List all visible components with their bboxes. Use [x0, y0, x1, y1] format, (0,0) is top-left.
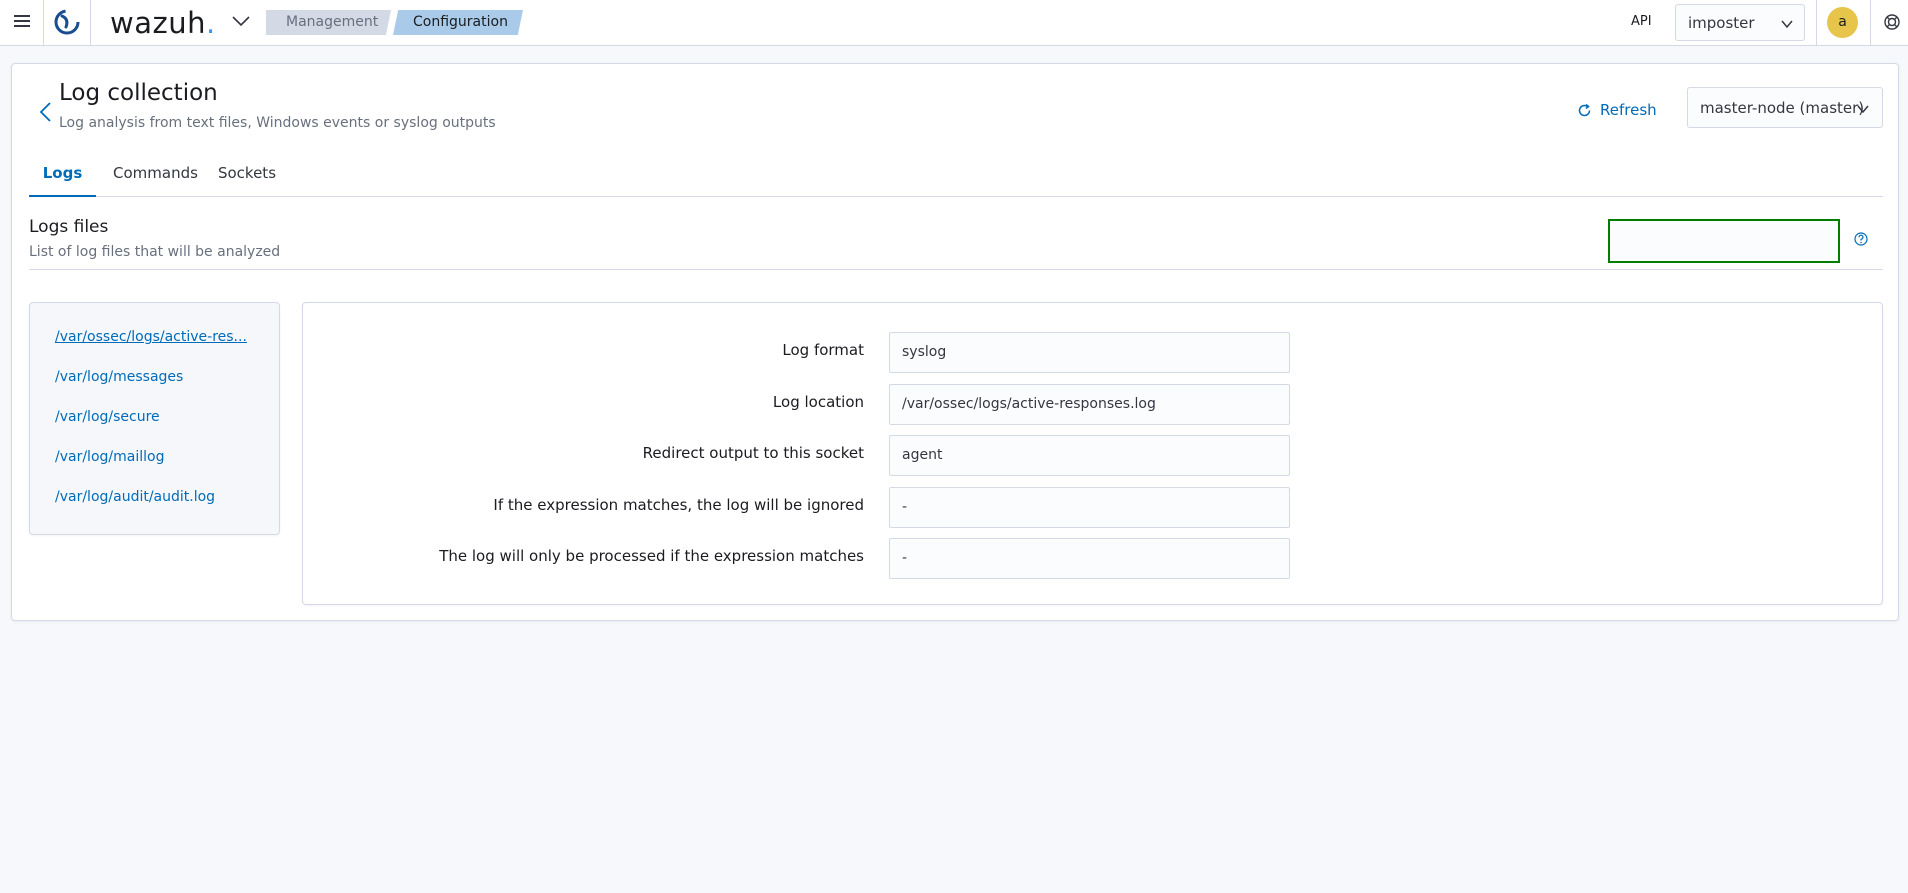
node-select[interactable]: master-node (master) [1687, 87, 1883, 128]
log-details: Log format syslog Log location /var/osse… [302, 302, 1883, 605]
header-divider [90, 0, 91, 46]
api-select-value: imposter [1688, 14, 1755, 32]
redirect-socket-field: agent [889, 435, 1290, 476]
chevron-down-icon [1857, 105, 1869, 114]
user-avatar[interactable]: a [1827, 7, 1858, 38]
breadcrumb-configuration[interactable]: Configuration [393, 10, 523, 35]
section-divider [29, 269, 1883, 270]
header-divider [1816, 0, 1817, 46]
redirect-socket-label: Redirect output to this socket [642, 444, 864, 462]
log-collection-panel: Log collection Log analysis from text fi… [11, 63, 1899, 621]
restrict-expression-label: The log will only be processed if the ex… [439, 547, 864, 565]
list-item[interactable]: /var/log/secure [55, 409, 255, 425]
section-title: Logs files [29, 217, 109, 237]
header-divider [43, 0, 44, 46]
brand-name: wazuh [110, 6, 206, 40]
wazuh-logo-icon[interactable] [52, 7, 82, 37]
ignore-expression-label: If the expression matches, the log will … [493, 496, 864, 514]
tab-commands[interactable]: Commands [113, 150, 198, 197]
back-arrow-icon[interactable] [36, 99, 56, 125]
brand-wordmark: wazuh. [110, 6, 216, 40]
breadcrumb-management[interactable]: Management [266, 10, 391, 35]
api-label: API [1631, 14, 1652, 29]
list-item[interactable]: /var/log/maillog [55, 449, 255, 465]
page-title: Log collection [59, 80, 218, 106]
log-location-field: /var/ossec/logs/active-responses.log [889, 384, 1290, 425]
log-format-label: Log format [782, 341, 864, 359]
chevron-down-icon[interactable] [230, 10, 252, 32]
tab-sockets[interactable]: Sockets [214, 150, 280, 197]
refresh-button[interactable]: Refresh [1577, 98, 1657, 122]
node-select-value: master-node (master) [1700, 99, 1865, 117]
api-select[interactable]: imposter [1675, 4, 1805, 41]
search-input[interactable] [1608, 219, 1840, 263]
header-divider [1870, 0, 1871, 46]
log-format-field: syslog [889, 332, 1290, 373]
log-files-list: /var/ossec/logs/active-res... /var/log/m… [29, 302, 280, 535]
list-item[interactable]: /var/ossec/logs/active-res... [55, 329, 255, 345]
section-subtitle: List of log files that will be analyzed [29, 244, 281, 260]
question-circle-icon[interactable] [1853, 231, 1869, 247]
refresh-icon [1578, 103, 1591, 116]
restrict-expression-field: - [889, 538, 1290, 579]
menu-icon[interactable] [12, 12, 32, 32]
help-menu-icon[interactable] [1882, 12, 1902, 32]
log-location-label: Log location [772, 393, 864, 411]
ignore-expression-field: - [889, 487, 1290, 528]
chevron-down-icon [1781, 20, 1793, 29]
tab-logs[interactable]: Logs [29, 150, 96, 197]
brand-dot: . [205, 6, 216, 40]
tabs: Logs Commands Sockets [29, 150, 1883, 197]
list-item[interactable]: /var/log/messages [55, 369, 255, 385]
page-subtitle: Log analysis from text files, Windows ev… [59, 115, 496, 131]
refresh-label: Refresh [1600, 101, 1657, 119]
list-item[interactable]: /var/log/audit/audit.log [55, 489, 255, 505]
top-header: wazuh. Management Configuration API impo… [0, 0, 1908, 46]
